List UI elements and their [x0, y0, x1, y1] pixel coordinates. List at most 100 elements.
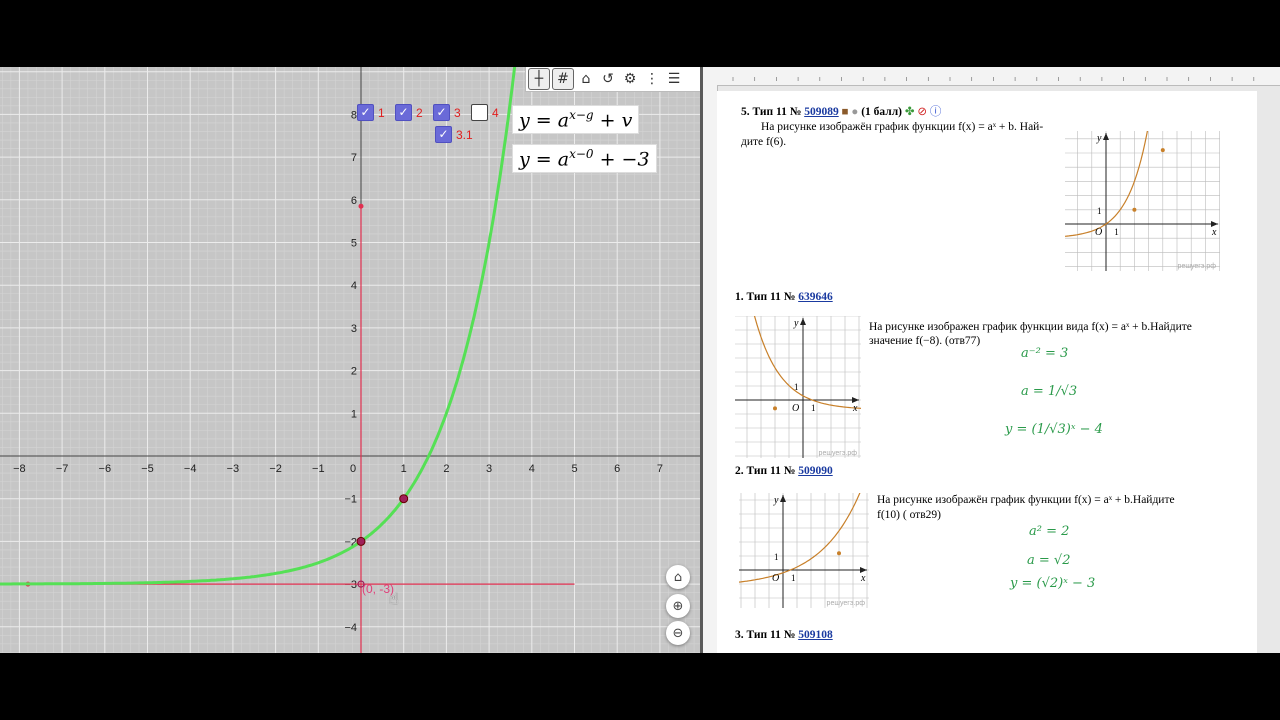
gear-icon[interactable]: ⚙: [620, 69, 640, 89]
zoom-in-icon: ⊕: [672, 598, 684, 614]
unit-x-label: 1: [1114, 227, 1119, 237]
problem-5-link[interactable]: 509089: [804, 106, 839, 118]
solution-1-line-2: a = 1/√3: [1021, 384, 1078, 399]
point-0-minus-2: [356, 536, 366, 546]
y-tick-label: 3: [351, 323, 357, 335]
graph-point: [1132, 207, 1137, 212]
check-icon: ✓: [435, 126, 452, 143]
watermark: решуегэ.рф: [827, 600, 866, 607]
undo-redo-icon[interactable]: ↺: [598, 69, 618, 89]
formula-general[interactable]: y = ax−g + v: [512, 105, 640, 135]
x-tick-label: 6: [614, 463, 620, 475]
origin-label: O: [772, 573, 779, 584]
x-tick-label: −4: [184, 463, 197, 475]
unit-y-label: 1: [794, 382, 799, 392]
graph-point: [773, 406, 777, 411]
y-arrow: [800, 318, 806, 325]
point-1-minus-1: [399, 494, 409, 504]
x-tick-label: 5: [571, 463, 577, 475]
home-icon: ⌂: [673, 569, 683, 585]
x-tick-label: 4: [529, 463, 535, 475]
x-tick-label: −8: [13, 463, 26, 475]
y-label: y: [773, 495, 779, 506]
circle-icon: ●: [851, 106, 859, 118]
problem-2-header: 2. Тип 11 № 509090: [735, 465, 833, 477]
problem-5-text-2: дите f(6).: [741, 136, 787, 148]
problem-3-header: 3. Тип 11 № 509108: [735, 629, 833, 641]
line-end-point: [358, 203, 364, 209]
watermark: решуегэ.рф: [1178, 263, 1217, 270]
y-tick-label: 5: [351, 238, 357, 250]
menu-icon[interactable]: ☰: [664, 69, 684, 89]
problem-2-text: На рисунке изображён график функции f(x)…: [877, 494, 1175, 506]
problem-5-text: На рисунке изображён график функции f(x)…: [761, 121, 1044, 133]
vertical-ruler: [703, 85, 718, 653]
x-tick-label: −1: [312, 463, 325, 475]
unit-x-label: 1: [791, 573, 796, 583]
y-label: y: [1096, 133, 1102, 144]
solution-2-line-1: a² = 2: [1029, 524, 1070, 539]
document-page: 5. Тип 11 № 509089 ■ ● (1 балл) ✤ ⊘ ⓘ На…: [717, 91, 1257, 653]
x-tick-label: −3: [227, 463, 240, 475]
problem-1-text-2: значение f(−8). (отв77): [869, 335, 981, 347]
checkbox-2[interactable]: ✓ 2: [395, 104, 423, 121]
book-icon: ■: [841, 106, 849, 118]
solution-1-line-1: a⁻² = 3: [1021, 346, 1069, 361]
problem-1-graph: y x O 1 1 решуегэ.рф: [735, 316, 861, 458]
y-tick-label: 2: [351, 366, 357, 378]
problem-5-header: 5. Тип 11 № 509089 ■ ● (1 балл) ✤ ⊘ ⓘ: [741, 106, 942, 118]
origin-label: O: [792, 403, 799, 414]
solution-1-line-3: y = (1/√3)ˣ − 4: [1005, 422, 1103, 437]
x-label: x: [852, 403, 858, 414]
problem-1-text: На рисунке изображен график функции вида…: [869, 321, 1192, 333]
solution-2-line-3: y = (√2)ˣ − 3: [1010, 576, 1096, 591]
graphics-toolbar: ┼ # ⌂ ↺ ⚙ ⋮ ☰: [525, 67, 700, 92]
x-label: x: [860, 573, 866, 584]
move-graphics-icon[interactable]: ┼: [528, 68, 550, 90]
origin-label: O: [1095, 227, 1102, 238]
problem-3-link[interactable]: 509108: [798, 629, 833, 641]
checkbox-3-1[interactable]: ✓ 3.1: [435, 126, 473, 143]
y-tick-label: 4: [351, 280, 357, 292]
zoom-out-button[interactable]: ⊖: [666, 621, 690, 645]
y-tick-label: 1: [351, 408, 357, 420]
unchecked-box-icon: [471, 104, 488, 121]
problem-2-text-2: f(10) ( отв29): [877, 509, 941, 521]
problem-5-graph: y x O 1 1 решуегэ.рф: [1065, 131, 1220, 271]
x-tick-label: 2: [443, 463, 449, 475]
home-icon[interactable]: ⌂: [576, 69, 596, 89]
home-view-button[interactable]: ⌂: [666, 565, 690, 589]
horizontal-ruler: [703, 67, 1280, 86]
info-icon: ⓘ: [929, 106, 942, 118]
graph-point: [837, 551, 841, 556]
y-tick-label: 6: [351, 195, 357, 207]
y-arrow: [780, 495, 786, 502]
problem-1-header: 1. Тип 11 № 639646: [735, 291, 833, 303]
x-label: x: [1211, 227, 1217, 238]
problem-2-link[interactable]: 509090: [798, 465, 833, 477]
y-tick-label: −1: [344, 494, 357, 506]
exponential-curve: [0, 67, 517, 586]
x-tick-label: −5: [141, 463, 154, 475]
alert-icon: ⊘: [917, 106, 928, 118]
formula-specific[interactable]: y = ax−0 + −3: [512, 144, 657, 174]
checkbox-4[interactable]: 4: [471, 104, 499, 121]
y-label: y: [793, 318, 799, 329]
zoom-in-button[interactable]: ⊕: [666, 594, 690, 618]
problem-1-link[interactable]: 639646: [798, 291, 833, 303]
grid-icon[interactable]: #: [552, 68, 574, 90]
unit-y-label: 1: [1097, 206, 1102, 216]
check-icon: ✓: [433, 104, 450, 121]
y-tick-label: −4: [344, 622, 357, 634]
zoom-out-icon: ⊖: [672, 625, 684, 641]
geogebra-panel[interactable]: −8 −7 −6 −5 −4 −3 −2 −1 0 1 2 3 4 5 6 7 8 7 6 5 4 3 2 1 −1 −2 −3 −4…: [0, 67, 700, 653]
checkbox-3[interactable]: ✓ 3: [433, 104, 461, 121]
check-icon: ✓: [357, 104, 374, 121]
checkbox-1[interactable]: ✓ 1: [357, 104, 385, 121]
x-tick-label: 7: [657, 463, 663, 475]
check-icon: ✓: [395, 104, 412, 121]
more-icon[interactable]: ⋮: [642, 69, 662, 89]
problem-2-graph: y x O 1 1 решуегэ.рф: [739, 493, 869, 608]
unit-x-label: 1: [811, 403, 816, 413]
x-tick-label: 3: [486, 463, 492, 475]
